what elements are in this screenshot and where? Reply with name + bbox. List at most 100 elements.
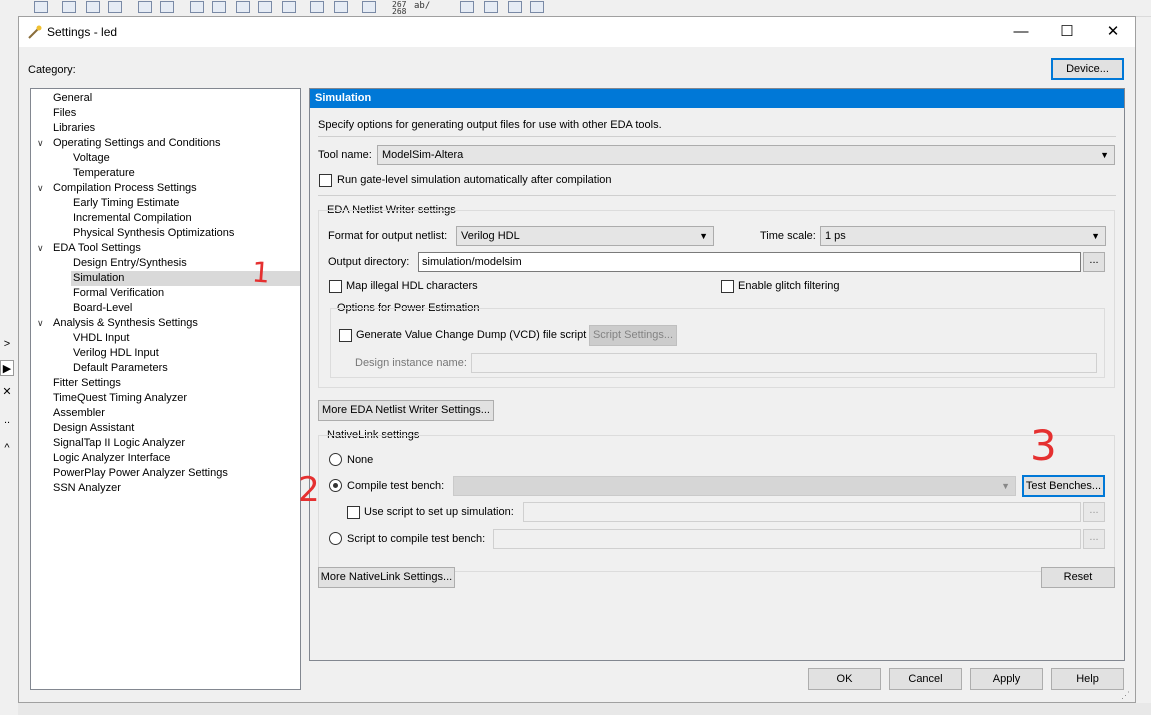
side-expand-button[interactable]: >: [0, 336, 14, 352]
chevron-down-icon[interactable]: ∨: [37, 241, 44, 256]
tree-item-label: Incremental Compilation: [73, 212, 192, 224]
tree-item-label: Voltage: [73, 152, 110, 164]
output-directory-input[interactable]: simulation/modelsim: [418, 252, 1081, 272]
tree-item-label: Default Parameters: [73, 362, 168, 374]
toolbar-icon[interactable]: [34, 1, 48, 13]
binoculars-icon[interactable]: [62, 1, 76, 13]
map-illegal-label: Map illegal HDL characters: [346, 280, 478, 292]
tree-item-label: Physical Synthesis Optimizations: [73, 227, 235, 239]
compile-test-bench-radio[interactable]: [329, 479, 342, 492]
panel-description: Specify options for generating output fi…: [318, 119, 662, 131]
tree-item-label: Design Entry/Synthesis: [73, 257, 187, 269]
tree-item-label: EDA Tool Settings: [53, 242, 141, 254]
tree-item-label: Formal Verification: [73, 287, 165, 299]
bookmark-clear-icon[interactable]: [258, 1, 272, 13]
tree-item-label: Temperature: [73, 167, 135, 179]
none-radio[interactable]: [329, 453, 342, 466]
tree-item-label: Assembler: [53, 407, 105, 419]
tree-item-label: Fitter Settings: [53, 377, 121, 389]
tree-item-label: Design Assistant: [53, 422, 135, 434]
bookmark-next-icon[interactable]: [212, 1, 226, 13]
run-gate-level-label: Run gate-level simulation automatically …: [337, 174, 612, 186]
tree-item-label: Board-Level: [73, 302, 133, 314]
page-icon[interactable]: [530, 1, 544, 13]
script-settings-button[interactable]: Script Settings...: [589, 325, 677, 346]
tree-item-label: Operating Settings and Conditions: [53, 137, 221, 149]
compile-test-bench-select[interactable]: ▼: [453, 476, 1016, 496]
run-gate-level-checkbox[interactable]: [319, 174, 332, 187]
paperclip-icon[interactable]: [310, 1, 324, 13]
chevron-down-icon[interactable]: ∨: [37, 316, 44, 331]
category-label: Category:: [28, 64, 76, 76]
background-statusbar: [18, 703, 1151, 715]
script-compile-input[interactable]: [493, 529, 1081, 549]
side-close-button[interactable]: ✕: [0, 384, 14, 400]
cancel-button[interactable]: Cancel: [889, 668, 962, 690]
ab-toggle[interactable]: ab/: [414, 2, 430, 11]
script-compile-radio[interactable]: [329, 532, 342, 545]
use-script-browse-button[interactable]: ...: [1083, 502, 1105, 522]
use-script-checkbox[interactable]: [347, 506, 360, 519]
close-button[interactable]: ✕: [1090, 17, 1136, 47]
vcd-checkbox[interactable]: [339, 329, 352, 342]
format-select[interactable]: Verilog HDL ▼: [456, 226, 714, 246]
title-bar: Settings - led — ☐ ✕: [19, 17, 1135, 47]
design-instance-input[interactable]: [471, 353, 1097, 373]
bookmark-prev-icon[interactable]: [236, 1, 250, 13]
time-scale-select[interactable]: 1 ps ▼: [820, 226, 1106, 246]
tree-item-label: Analysis & Synthesis Settings: [53, 317, 198, 329]
help-button[interactable]: Help: [1051, 668, 1124, 690]
maximize-button[interactable]: ☐: [1044, 17, 1090, 47]
tree-item-label: VHDL Input: [73, 332, 130, 344]
use-script-label: Use script to set up simulation:: [364, 506, 514, 518]
time-scale-label: Time scale:: [760, 230, 816, 242]
tree-item-label: Compilation Process Settings: [53, 182, 197, 194]
tree-item-label: Early Timing Estimate: [73, 197, 180, 209]
tree-item-label: SSN Analyzer: [53, 482, 121, 494]
tool-name-select[interactable]: ModelSim-Altera ▼: [377, 145, 1115, 165]
test-benches-button[interactable]: Test Benches...: [1022, 475, 1105, 497]
panel-title: Simulation: [310, 89, 1124, 108]
more-nativelink-settings-button[interactable]: More NativeLink Settings...: [318, 567, 455, 588]
outdent-icon[interactable]: [160, 1, 174, 13]
tree-item-label: SignalTap II Logic Analyzer: [53, 437, 186, 449]
reset-button[interactable]: Reset: [1041, 567, 1115, 588]
toolbar-icon[interactable]: [282, 1, 296, 13]
script-compile-label: Script to compile test bench:: [347, 533, 486, 545]
use-script-input[interactable]: [523, 502, 1081, 522]
indent-icon[interactable]: [138, 1, 152, 13]
map-illegal-checkbox[interactable]: [329, 280, 342, 293]
device-button[interactable]: Device...: [1051, 58, 1124, 80]
tree-item-label: PowerPlay Power Analyzer Settings: [53, 467, 228, 479]
tree-item-label: Files: [53, 107, 77, 119]
chevron-down-icon[interactable]: ∨: [37, 181, 44, 196]
annotation-1: 1: [250, 255, 271, 290]
more-eda-settings-button[interactable]: More EDA Netlist Writer Settings...: [318, 400, 494, 421]
design-instance-label: Design instance name:: [355, 357, 467, 369]
arrow-right-icon[interactable]: [460, 1, 474, 13]
scroll-icon[interactable]: [334, 1, 348, 13]
toolbar-icon[interactable]: [86, 1, 100, 13]
side-up-button[interactable]: ^: [0, 440, 14, 456]
edit-icon[interactable]: [362, 1, 376, 13]
ok-button[interactable]: OK: [808, 668, 881, 690]
page-icon[interactable]: [484, 1, 498, 13]
annotation-2: 2: [298, 470, 320, 510]
side-more-button[interactable]: ..: [0, 412, 14, 428]
script-compile-browse-button[interactable]: ...: [1083, 529, 1105, 549]
format-label: Format for output netlist:: [328, 230, 448, 242]
page-icon[interactable]: [508, 1, 522, 13]
tool-name-label: Tool name:: [318, 149, 372, 161]
resize-grip-icon[interactable]: ⋰: [1121, 690, 1130, 701]
apply-button[interactable]: Apply: [970, 668, 1043, 690]
chevron-down-icon[interactable]: ∨: [37, 136, 44, 151]
glitch-filtering-checkbox[interactable]: [721, 280, 734, 293]
output-directory-browse-button[interactable]: ...: [1083, 252, 1105, 272]
side-play-button[interactable]: ▶: [0, 360, 14, 376]
tree-item-label: Verilog HDL Input: [73, 347, 159, 359]
background-side-panel: > ▶ ✕ .. ^: [0, 16, 18, 715]
toolbar-icon[interactable]: [108, 1, 122, 13]
bookmark-icon[interactable]: [190, 1, 204, 13]
minimize-button[interactable]: —: [998, 17, 1044, 47]
chevron-down-icon: ▼: [1091, 231, 1100, 241]
